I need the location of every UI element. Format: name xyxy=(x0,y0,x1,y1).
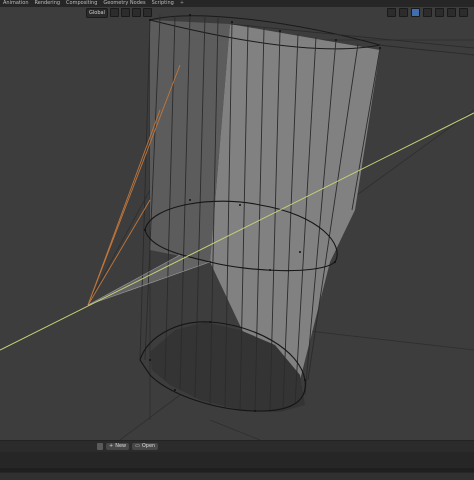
orientation-dropdown[interactable]: Global xyxy=(86,7,108,18)
xray-icon[interactable] xyxy=(423,8,432,17)
overlays-icon[interactable] xyxy=(411,8,420,17)
viewport-header: Global xyxy=(0,7,474,19)
tab-compositing[interactable]: Compositing xyxy=(63,0,100,7)
bottom-editor xyxy=(0,452,474,480)
shading-controls xyxy=(387,8,468,17)
tab-animation[interactable]: Animation xyxy=(0,0,32,7)
rendered-shading-icon[interactable] xyxy=(459,8,468,17)
material-shading-icon[interactable] xyxy=(447,8,456,17)
datablock-controls: + New ▭ Open xyxy=(97,443,159,450)
open-label: Open xyxy=(141,443,156,449)
visibility-icon[interactable] xyxy=(387,8,396,17)
editor-divider xyxy=(0,468,474,472)
tab-geometry-nodes[interactable]: Geometry Nodes xyxy=(100,0,148,7)
3d-viewport[interactable]: Global xyxy=(0,7,474,440)
plus-icon: + xyxy=(109,443,114,449)
transform-controls: Global xyxy=(86,7,152,18)
status-bar xyxy=(0,473,474,480)
new-button[interactable]: + New xyxy=(106,443,130,450)
open-button[interactable]: ▭ Open xyxy=(132,443,159,450)
folder-icon: ▭ xyxy=(135,443,140,449)
gizmo-icon[interactable] xyxy=(399,8,408,17)
tab-rendering[interactable]: Rendering xyxy=(32,0,64,7)
solid-shading-icon[interactable] xyxy=(435,8,444,17)
orientation-label: Global xyxy=(89,9,105,16)
scene-canvas[interactable] xyxy=(0,7,474,440)
workspace-tabs: Animation Rendering Compositing Geometry… xyxy=(0,0,474,7)
snap-icon[interactable] xyxy=(120,8,130,17)
proportional-edit-icon[interactable] xyxy=(142,8,152,17)
add-workspace-button[interactable]: + xyxy=(177,0,187,7)
browse-icon[interactable] xyxy=(97,443,103,450)
snap-target-icon[interactable] xyxy=(131,8,141,17)
pivot-icon[interactable] xyxy=(109,8,119,17)
tab-scripting[interactable]: Scripting xyxy=(149,0,177,7)
new-label: New xyxy=(115,443,127,449)
